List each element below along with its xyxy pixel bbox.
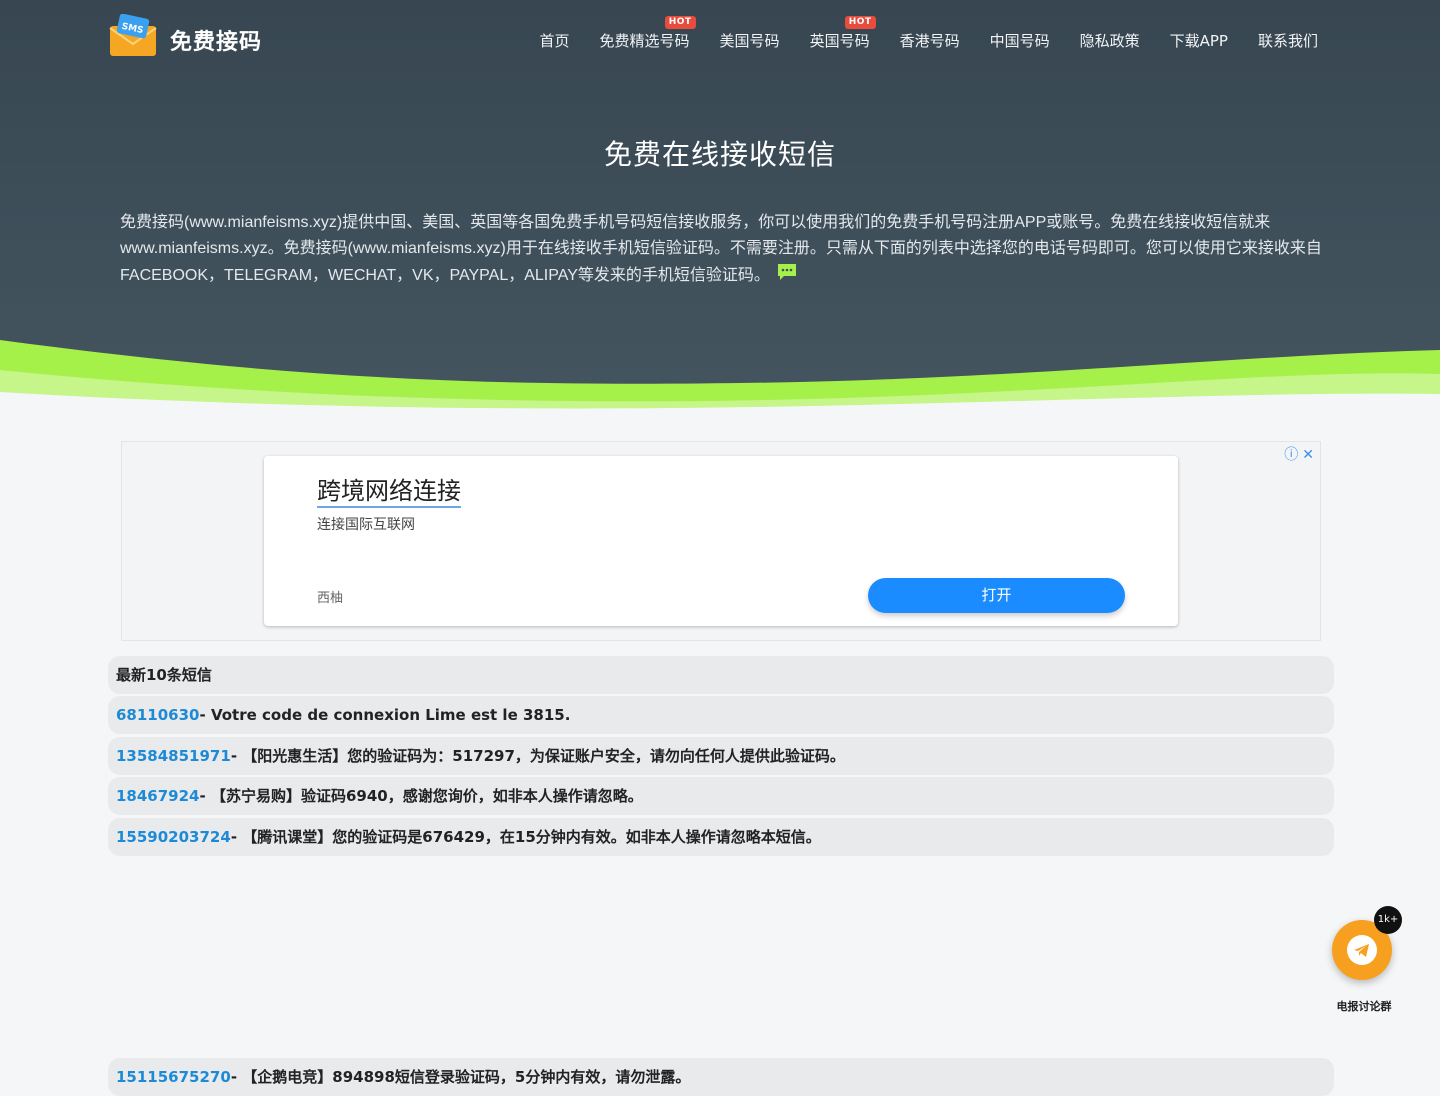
sms-envelope-logo[interactable]: SMS [108, 14, 158, 58]
message-row: 68110630- Votre code de connexion Lime e… [108, 696, 1334, 734]
message-text: - 【企鹅电竞】894898短信登录验证码，5分钟内有效，请勿泄露。 [230, 1068, 691, 1086]
top-navbar: SMS 免费接码 首页 免费精选号码 HOT 美国号码 英国号码 HOT 香港号码 … [108, 12, 1334, 68]
nav-menu: 首页 免费精选号码 HOT 美国号码 英国号码 HOT 香港号码 中国号码 隐私政策… [510, 16, 1318, 51]
nav-item-featured[interactable]: 免费精选号码 HOT [600, 16, 696, 51]
phone-number-link[interactable]: 15590203724 [116, 828, 231, 846]
telegram-widget: 1k+ 电报讨论群 [1332, 906, 1402, 1016]
message-row: 18467924- 【苏宁易购】验证码6940，感谢您询价，如非本人操作请忽略。 [108, 777, 1334, 815]
ad-controls: ⓘ ✕ [1280, 444, 1314, 464]
member-count-badge: 1k+ [1374, 906, 1402, 934]
message-row: 13584851971- 【阳光惠生活】您的验证码为：517297，为保证账户安… [108, 737, 1334, 775]
nav-item-privacy[interactable]: 隐私政策 [1080, 30, 1140, 51]
telegram-plane-icon [1354, 944, 1369, 957]
phone-number-link[interactable]: 68110630 [116, 706, 200, 724]
chat-bubble-icon [777, 264, 796, 280]
nav-item-cn[interactable]: 中国号码 [990, 30, 1050, 51]
info-icon[interactable]: ⓘ [1284, 447, 1298, 463]
message-text: - 【苏宁易购】验证码6940，感谢您询价，如非本人操作请忽略。 [199, 787, 643, 805]
page-title: 免费在线接收短信 [603, 138, 836, 171]
hot-badge: HOT [844, 16, 876, 29]
message-text: - 【腾讯课堂】您的验证码是676429，在15分钟内有效。如非本人操作请忽略本… [230, 828, 821, 846]
ad-title[interactable]: 跨境网络连接 [317, 476, 461, 508]
nav-item-uk[interactable]: 英国号码 HOT [810, 16, 876, 51]
close-icon[interactable]: ✕ [1302, 447, 1314, 463]
ad-card[interactable]: 跨境网络连接 连接国际互联网 西柚 打开 [264, 456, 1178, 626]
nav-item-contact[interactable]: 联系我们 [1258, 30, 1318, 51]
nav-item-home[interactable]: 首页 [540, 30, 570, 51]
nav-item-download-app[interactable]: 下载APP [1170, 30, 1228, 51]
latest-messages-header: 最新10条短信 [108, 656, 1334, 694]
phone-number-link[interactable]: 13584851971 [116, 747, 231, 765]
ad-subtitle: 连接国际互联网 [317, 517, 415, 533]
ad-source: 西柚 [317, 591, 344, 606]
hot-badge: HOT [664, 16, 696, 29]
hero-wave [0, 340, 1440, 420]
hero-description: 免费接码(www.mianfeisms.xyz)提供中国、美国、英国等各国免费手… [120, 214, 1322, 284]
message-row: 15590203724- 【腾讯课堂】您的验证码是676429，在15分钟内有效… [108, 818, 1334, 856]
ad-banner: ⓘ ✕ 跨境网络连接 连接国际互联网 西柚 打开 [121, 441, 1321, 641]
telegram-group-label[interactable]: 电报讨论群 [1326, 998, 1402, 1014]
brand-name[interactable]: 免费接码 [170, 24, 262, 56]
message-row: 15115675270- 【企鹅电竞】894898短信登录验证码，5分钟内有效，… [108, 1058, 1334, 1096]
phone-number-link[interactable]: 15115675270 [116, 1068, 231, 1086]
nav-item-hk[interactable]: 香港号码 [900, 30, 960, 51]
message-text: - Votre code de connexion Lime est le 38… [199, 706, 571, 724]
message-text: - 【阳光惠生活】您的验证码为：517297，为保证账户安全，请勿向任何人提供此… [230, 747, 845, 765]
nav-item-us[interactable]: 美国号码 [720, 30, 780, 51]
phone-number-link[interactable]: 18467924 [116, 787, 200, 805]
ad-open-button[interactable]: 打开 [868, 578, 1125, 613]
